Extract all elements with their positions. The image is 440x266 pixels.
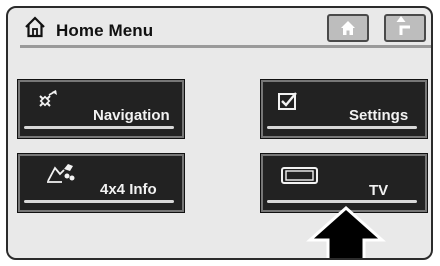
tile-underline bbox=[24, 126, 174, 129]
tile-underline bbox=[24, 200, 174, 203]
navigation-tile[interactable]: Navigation bbox=[17, 79, 185, 139]
satellite-navigation-icon bbox=[39, 90, 57, 107]
checkbox-icon bbox=[278, 92, 297, 110]
tv-label: TV bbox=[369, 182, 389, 199]
4x4-info-tile[interactable]: 4x4 Info bbox=[17, 153, 185, 213]
header-divider bbox=[20, 45, 431, 48]
settings-tile[interactable]: Settings bbox=[260, 79, 428, 139]
settings-label: Settings bbox=[349, 107, 409, 124]
tv-screen-icon bbox=[281, 167, 318, 184]
return-arrow-icon bbox=[396, 16, 410, 35]
house-outline-icon bbox=[25, 16, 45, 38]
header-bar: Home Menu bbox=[8, 8, 431, 48]
house-icon bbox=[341, 21, 355, 35]
terrain-vehicle-icon bbox=[47, 164, 75, 183]
back-button[interactable] bbox=[384, 14, 426, 42]
home-button[interactable] bbox=[327, 14, 369, 42]
page-title: Home Menu bbox=[56, 21, 154, 40]
tv-tile[interactable]: TV bbox=[260, 153, 428, 213]
tile-underline bbox=[267, 200, 417, 203]
4x4-info-label: 4x4 Info bbox=[100, 181, 157, 198]
navigation-label: Navigation bbox=[93, 107, 170, 124]
up-arrow-pointer bbox=[306, 206, 386, 258]
home-menu-screen: Home Menu Navigation Settings 4x4 Info T… bbox=[6, 6, 433, 260]
tile-underline bbox=[267, 126, 417, 129]
